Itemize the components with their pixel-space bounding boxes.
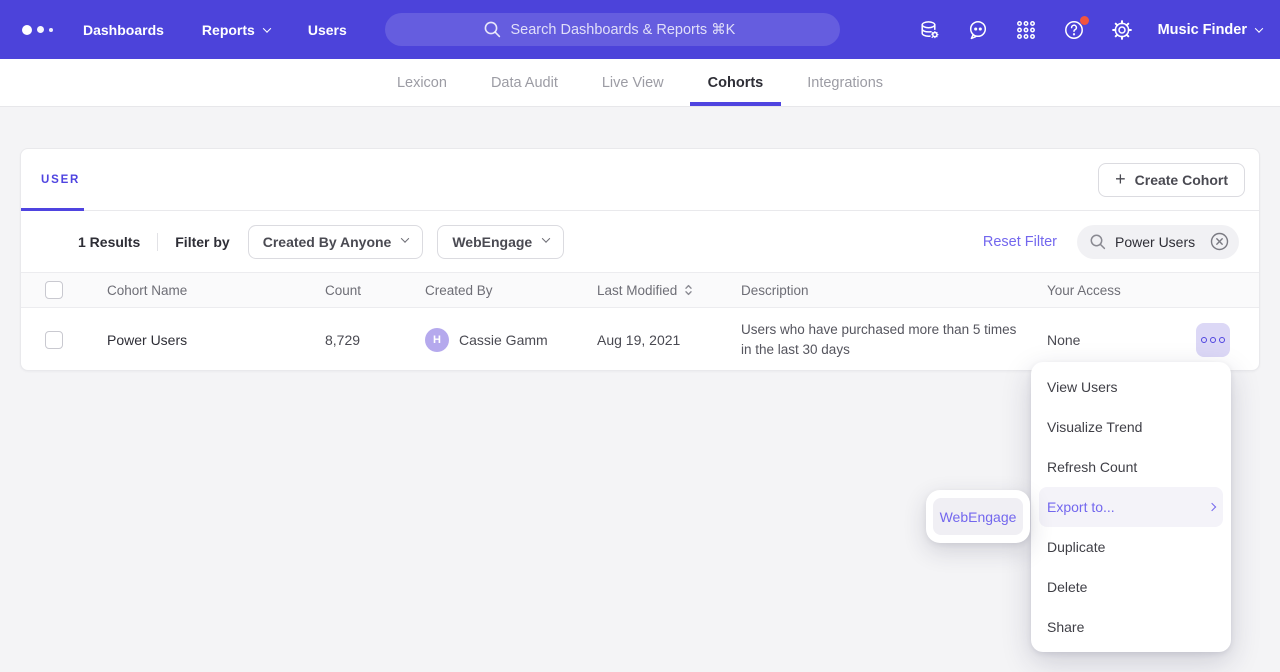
col-header-cohort-name: Cohort Name xyxy=(107,283,325,298)
messages-icon[interactable] xyxy=(966,18,990,42)
chevron-down-icon xyxy=(401,234,409,242)
description-cell: Users who have purchased more than 5 tim… xyxy=(741,320,1047,358)
created-by-name: Cassie Gamm xyxy=(459,332,548,348)
col-header-created-by: Created By xyxy=(425,283,597,298)
cohort-search-input[interactable] xyxy=(1115,234,1202,250)
cohort-name-cell[interactable]: Power Users xyxy=(107,332,325,348)
col-header-last-modified: Last Modified xyxy=(597,283,677,298)
tab-data-audit[interactable]: Data Audit xyxy=(473,59,576,106)
row-actions-button[interactable] xyxy=(1196,323,1230,357)
menu-item-visualize-trend[interactable]: Visualize Trend xyxy=(1031,407,1231,447)
global-search[interactable] xyxy=(385,13,840,46)
top-nav-right: Music Finder xyxy=(918,0,1262,59)
menu-item-view-users[interactable]: View Users xyxy=(1031,367,1231,407)
filter-bar: 1 Results Filter by Created By Anyone We… xyxy=(21,211,1259,272)
col-header-count: Count xyxy=(325,283,425,298)
mixpanel-logo-icon[interactable] xyxy=(22,25,53,35)
search-icon xyxy=(1089,233,1107,251)
tab-lexicon[interactable]: Lexicon xyxy=(379,59,465,106)
reset-filter-link[interactable]: Reset Filter xyxy=(983,234,1057,250)
top-nav: Dashboards Reports Users xyxy=(0,0,1280,59)
tab-user-cohorts[interactable]: USER xyxy=(21,149,84,210)
row-checkbox[interactable] xyxy=(45,331,63,349)
plus-icon: + xyxy=(1115,170,1126,188)
chevron-right-icon xyxy=(1208,503,1216,511)
chevron-down-icon xyxy=(1255,24,1263,32)
access-cell: None xyxy=(1047,332,1191,348)
menu-item-duplicate[interactable]: Duplicate xyxy=(1031,527,1231,567)
last-modified-cell: Aug 19, 2021 xyxy=(597,332,741,348)
created-by-dropdown[interactable]: Created By Anyone xyxy=(248,225,424,259)
menu-item-refresh-count[interactable]: Refresh Count xyxy=(1031,447,1231,487)
sub-nav: Lexicon Data Audit Live View Cohorts Int… xyxy=(0,59,1280,107)
select-all-checkbox[interactable] xyxy=(45,281,63,299)
cohort-search[interactable] xyxy=(1077,225,1239,259)
notification-dot xyxy=(1080,16,1089,25)
data-management-icon[interactable] xyxy=(918,18,942,42)
export-submenu: WebEngage xyxy=(926,490,1030,543)
chevron-down-icon xyxy=(263,24,271,32)
tab-integrations[interactable]: Integrations xyxy=(789,59,901,106)
submenu-item-webengage[interactable]: WebEngage xyxy=(933,498,1023,535)
nav-item-dashboards[interactable]: Dashboards xyxy=(83,22,164,38)
project-name: Music Finder xyxy=(1158,22,1247,38)
settings-icon[interactable] xyxy=(1110,18,1134,42)
nav-item-reports[interactable]: Reports xyxy=(202,22,270,38)
created-by-cell: H Cassie Gamm xyxy=(425,328,597,352)
source-dropdown[interactable]: WebEngage xyxy=(437,225,564,259)
filter-by-label: Filter by xyxy=(175,234,229,250)
col-header-description: Description xyxy=(741,283,1047,298)
top-nav-items: Dashboards Reports Users xyxy=(83,22,347,38)
col-header-your-access: Your Access xyxy=(1047,283,1191,298)
divider xyxy=(157,233,158,251)
help-icon[interactable] xyxy=(1062,18,1086,42)
project-switcher[interactable]: Music Finder xyxy=(1158,22,1262,38)
tab-cohorts[interactable]: Cohorts xyxy=(690,59,782,106)
row-context-menu: View Users Visualize Trend Refresh Count… xyxy=(1031,362,1231,652)
search-icon xyxy=(483,20,502,39)
chevron-down-icon xyxy=(542,234,550,242)
menu-item-export-to[interactable]: Export to... xyxy=(1039,487,1223,527)
clear-search-icon[interactable] xyxy=(1210,232,1229,251)
nav-item-users[interactable]: Users xyxy=(308,22,347,38)
global-search-input[interactable] xyxy=(511,22,743,38)
create-cohort-button[interactable]: + Create Cohort xyxy=(1098,163,1245,197)
tab-live-view[interactable]: Live View xyxy=(584,59,682,106)
table-header: Cohort Name Count Created By Last Modifi… xyxy=(21,272,1259,308)
cohort-type-strip: USER + Create Cohort xyxy=(21,149,1259,211)
sort-icon[interactable] xyxy=(684,283,693,297)
avatar: H xyxy=(425,328,449,352)
count-cell: 8,729 xyxy=(325,332,425,348)
results-count: 1 Results xyxy=(78,234,140,250)
apps-grid-icon[interactable] xyxy=(1014,18,1038,42)
menu-item-share[interactable]: Share xyxy=(1031,607,1231,647)
cohorts-panel: USER + Create Cohort 1 Results Filter by… xyxy=(20,148,1260,371)
menu-item-delete[interactable]: Delete xyxy=(1031,567,1231,607)
